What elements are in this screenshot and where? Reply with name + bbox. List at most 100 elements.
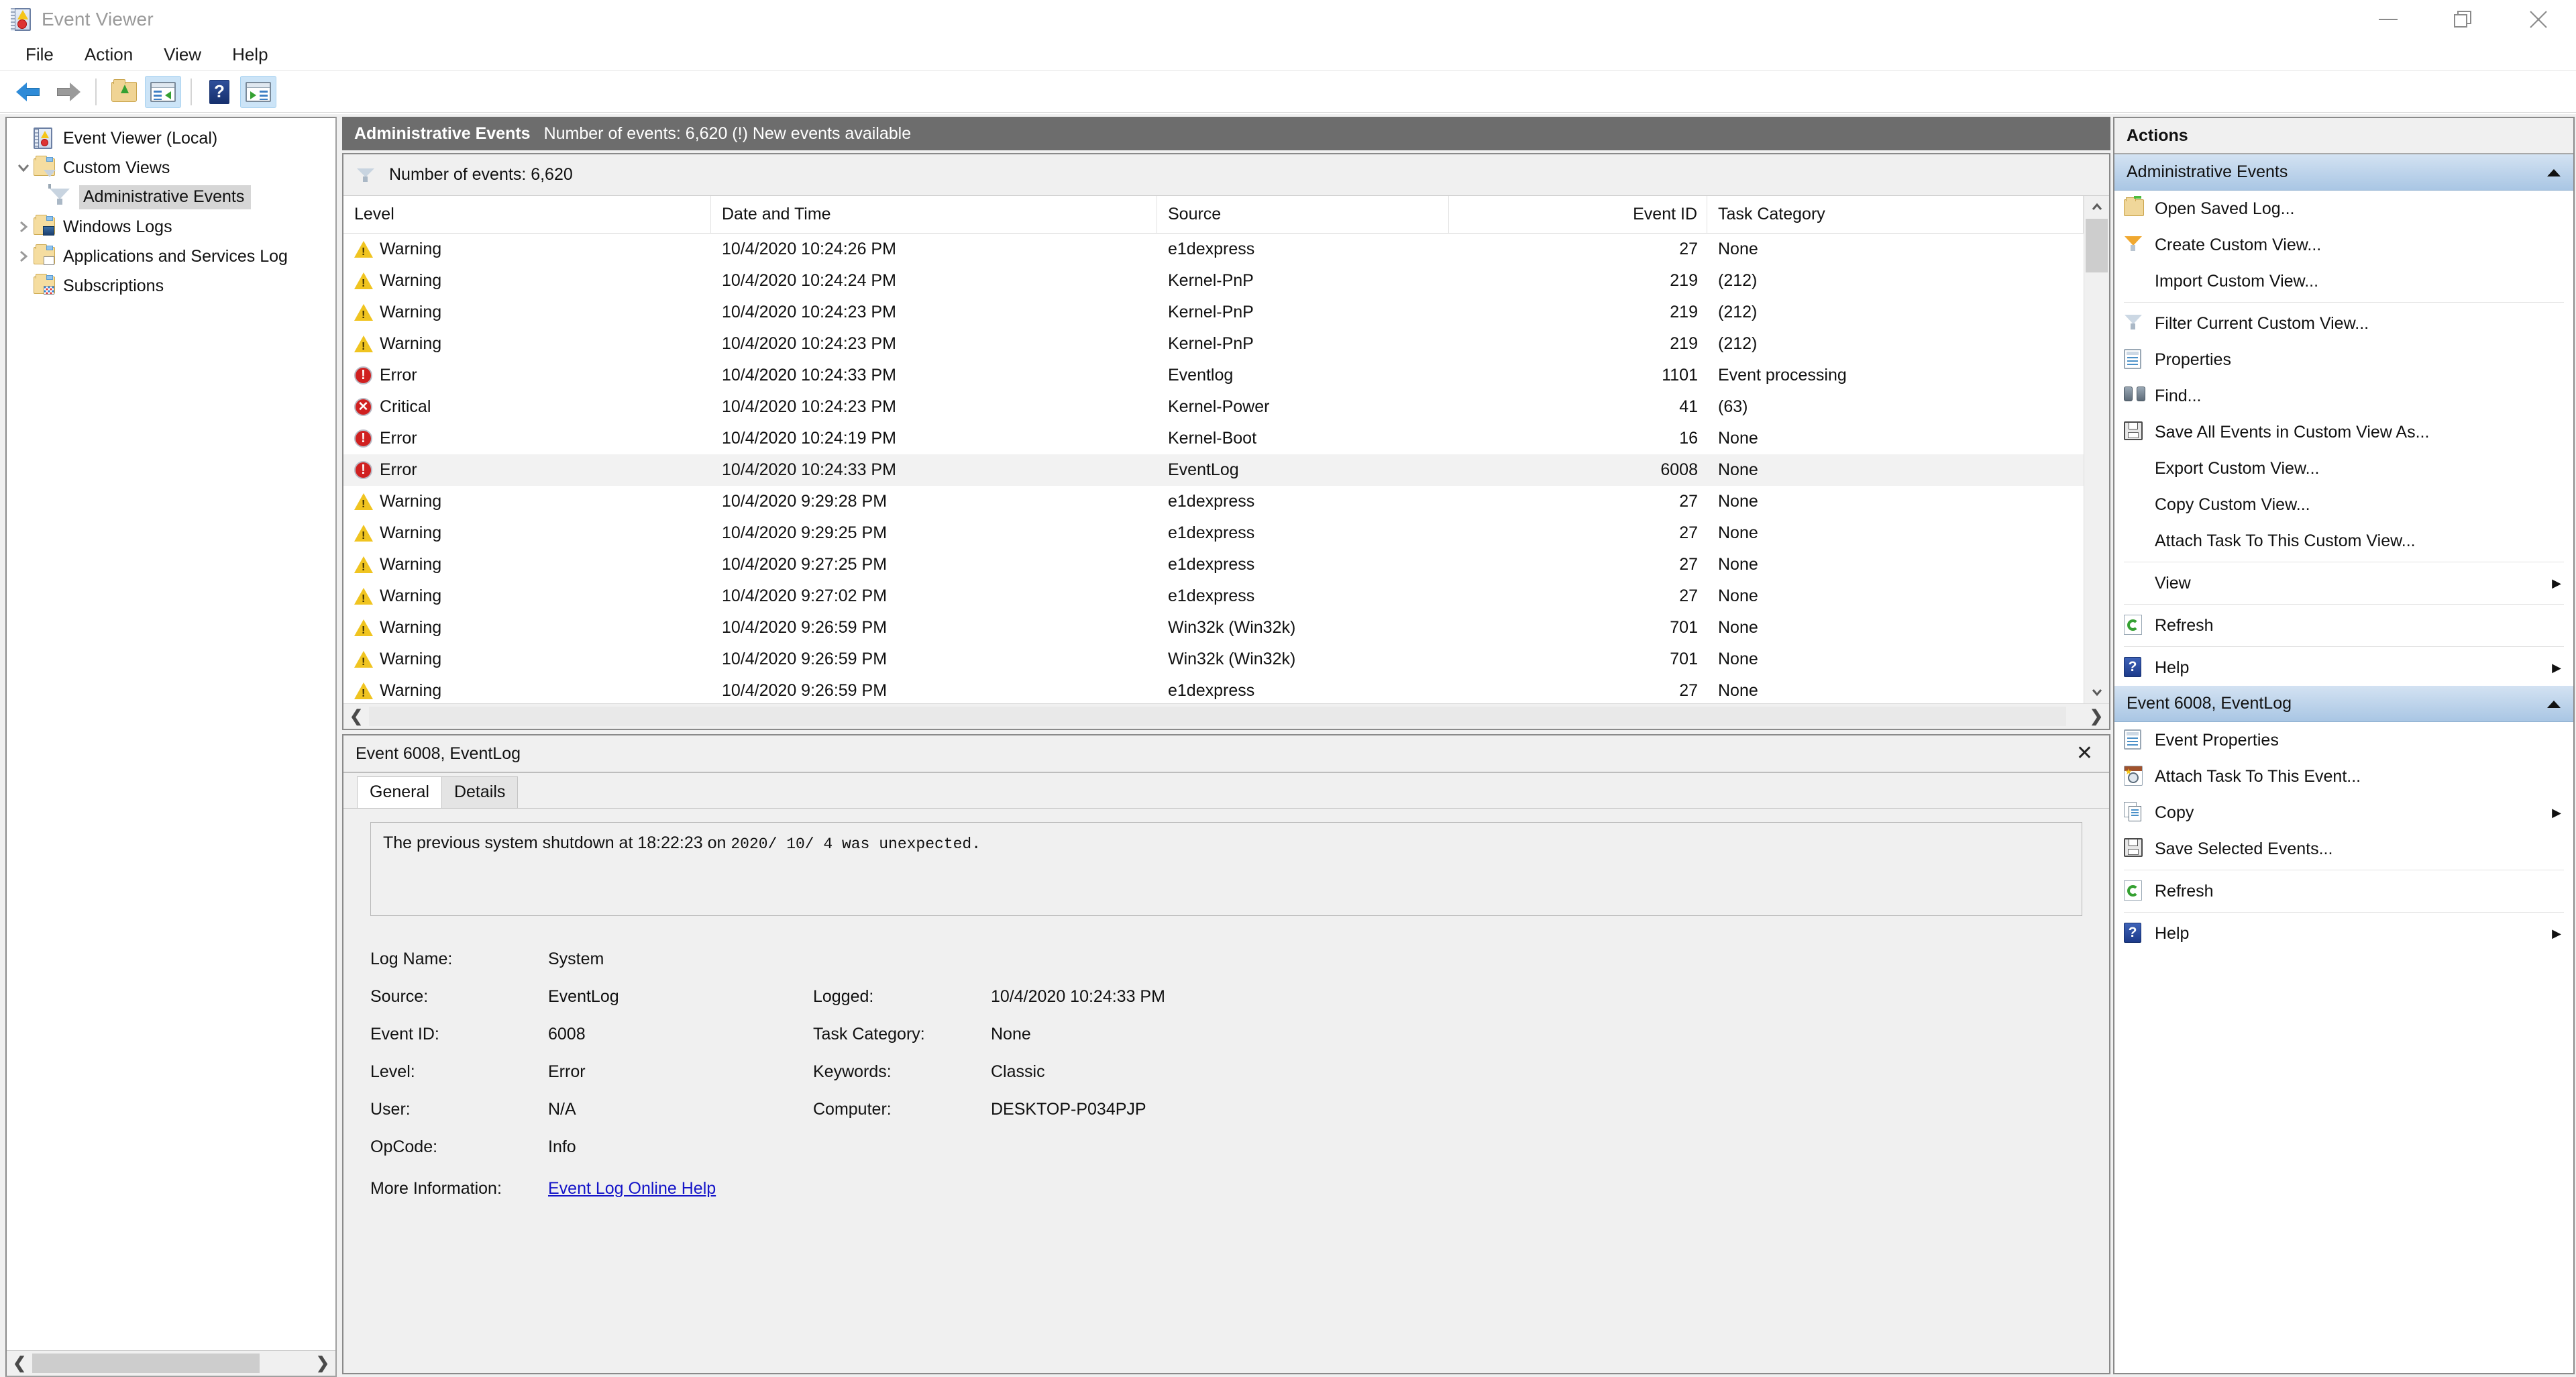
field-row: Level: Error bbox=[370, 1053, 813, 1090]
chevron-right-icon[interactable] bbox=[13, 249, 34, 264]
action-item[interactable]: Copy Custom View... bbox=[2114, 487, 2573, 523]
show-hide-console-tree-button[interactable] bbox=[145, 75, 181, 108]
table-row[interactable]: Warning 10/4/2020 10:24:24 PM Kernel-PnP 21… bbox=[343, 265, 2084, 297]
tab-details[interactable]: Details bbox=[441, 776, 519, 808]
forward-button[interactable] bbox=[50, 76, 86, 108]
filter-summary-row[interactable]: Number of events: 6,620 bbox=[343, 154, 2109, 196]
table-row[interactable]: ! Error 10/4/2020 10:24:33 PM Eventlog 1101 E… bbox=[343, 360, 2084, 391]
menu-help[interactable]: Help bbox=[219, 40, 281, 69]
action-item[interactable]: View ▶ bbox=[2114, 565, 2573, 601]
submenu-arrow-icon[interactable]: ▶ bbox=[2552, 806, 2561, 820]
submenu-arrow-icon[interactable]: ▶ bbox=[2552, 661, 2561, 675]
restore-button[interactable] bbox=[2426, 0, 2501, 39]
action-item[interactable]: Open Saved Log... bbox=[2114, 191, 2573, 227]
action-item[interactable]: ? Help ▶ bbox=[2114, 650, 2573, 686]
help-button[interactable]: ? bbox=[201, 76, 237, 108]
cell-level: Warning bbox=[343, 523, 711, 543]
table-row[interactable]: Warning 10/4/2020 9:29:25 PM e1dexpress 27 N… bbox=[343, 517, 2084, 549]
table-row[interactable]: Warning 10/4/2020 9:26:59 PM e1dexpress 27 N… bbox=[343, 675, 2084, 703]
action-item[interactable]: Export Custom View... bbox=[2114, 450, 2573, 487]
menu-view[interactable]: View bbox=[150, 40, 215, 69]
tab-general[interactable]: General bbox=[357, 776, 442, 808]
submenu-arrow-icon[interactable]: ▶ bbox=[2552, 576, 2561, 591]
action-item[interactable]: Refresh bbox=[2114, 607, 2573, 644]
table-row[interactable]: Warning 10/4/2020 9:27:02 PM e1dexpress 27 N… bbox=[343, 580, 2084, 612]
chevron-down-icon[interactable] bbox=[13, 160, 34, 175]
actions-group-header[interactable]: Event 6008, EventLog bbox=[2114, 686, 2573, 722]
tree-item-custom-views[interactable]: Custom Views bbox=[7, 153, 335, 189]
column-header-event-id[interactable]: Event ID bbox=[1449, 196, 1707, 233]
scroll-track[interactable] bbox=[369, 704, 2084, 729]
table-row[interactable]: Warning 10/4/2020 9:26:59 PM Win32k (Win32… bbox=[343, 644, 2084, 675]
table-row[interactable]: Warning 10/4/2020 10:24:26 PM e1dexpress 27… bbox=[343, 234, 2084, 265]
table-row[interactable]: Warning 10/4/2020 10:24:23 PM Kernel-PnP 21… bbox=[343, 328, 2084, 360]
tree-item-event-viewer-local[interactable]: Event Viewer (Local) bbox=[7, 123, 335, 153]
event-list-vertical-scrollbar[interactable] bbox=[2084, 196, 2109, 703]
action-item[interactable]: ? Help ▶ bbox=[2114, 915, 2573, 952]
table-row[interactable]: Warning 10/4/2020 9:29:28 PM e1dexpress 27 N… bbox=[343, 486, 2084, 517]
submenu-arrow-icon[interactable]: ▶ bbox=[2552, 927, 2561, 941]
actions-group-header[interactable]: Administrative Events bbox=[2114, 154, 2573, 191]
error-icon: ! bbox=[354, 366, 373, 385]
event-log-online-help-link[interactable]: Event Log Online Help bbox=[548, 1179, 716, 1198]
table-row[interactable]: ! Error 10/4/2020 10:24:19 PM Kernel-Boot 16… bbox=[343, 423, 2084, 454]
close-button[interactable] bbox=[2501, 0, 2576, 39]
action-item[interactable]: Attach Task To This Custom View... bbox=[2114, 523, 2573, 559]
action-item[interactable]: Copy ▶ bbox=[2114, 795, 2573, 831]
action-item[interactable]: Event Properties bbox=[2114, 722, 2573, 758]
cell-level-text: Warning bbox=[380, 492, 442, 511]
copy-icon bbox=[2124, 802, 2145, 823]
column-header-task-category[interactable]: Task Category bbox=[1707, 196, 2084, 233]
scroll-thumb[interactable] bbox=[2086, 219, 2108, 272]
chevron-up-icon[interactable] bbox=[2546, 694, 2561, 713]
action-item[interactable]: Properties bbox=[2114, 342, 2573, 378]
field-label: Keywords: bbox=[813, 1062, 892, 1081]
action-item[interactable]: Create Custom View... bbox=[2114, 227, 2573, 263]
scroll-up-icon[interactable] bbox=[2084, 196, 2109, 219]
show-hide-action-pane-button[interactable] bbox=[240, 75, 276, 108]
column-header-level[interactable]: Level bbox=[343, 196, 711, 233]
back-button[interactable] bbox=[11, 76, 47, 108]
menu-file[interactable]: File bbox=[12, 40, 67, 69]
action-item[interactable]: Find... bbox=[2114, 378, 2573, 414]
table-row[interactable]: ✕ Critical 10/4/2020 10:24:23 PM Kernel-Pow… bbox=[343, 391, 2084, 423]
action-item[interactable]: Attach Task To This Event... bbox=[2114, 758, 2573, 795]
menu-action[interactable]: Action bbox=[71, 40, 146, 69]
close-icon[interactable]: ✕ bbox=[2072, 744, 2097, 764]
tree-item-subscriptions[interactable]: Subscriptions bbox=[7, 271, 335, 301]
scroll-track[interactable] bbox=[32, 1351, 310, 1376]
chevron-right-icon[interactable] bbox=[13, 219, 34, 234]
scroll-right-icon[interactable]: ❯ bbox=[2084, 705, 2109, 729]
scroll-thumb[interactable] bbox=[369, 707, 2067, 726]
action-item[interactable]: Save All Events in Custom View As... bbox=[2114, 414, 2573, 450]
scroll-thumb[interactable] bbox=[32, 1354, 260, 1373]
table-row[interactable]: ! Error 10/4/2020 10:24:33 PM EventLog 6008 N… bbox=[343, 454, 2084, 486]
cell-level-text: Warning bbox=[380, 650, 442, 668]
table-row[interactable]: Warning 10/4/2020 10:24:23 PM Kernel-PnP 21… bbox=[343, 297, 2084, 328]
action-item[interactable]: Refresh bbox=[2114, 873, 2573, 909]
table-row[interactable]: Warning 10/4/2020 9:26:59 PM Win32k (Win32… bbox=[343, 612, 2084, 644]
action-item[interactable]: Import Custom View... bbox=[2114, 263, 2573, 299]
tree-item-applications-and-services-log[interactable]: Applications and Services Log bbox=[7, 242, 335, 271]
scroll-left-icon[interactable]: ❮ bbox=[343, 705, 369, 729]
scroll-left-icon[interactable]: ❮ bbox=[7, 1352, 32, 1376]
minimize-button[interactable] bbox=[2351, 0, 2426, 39]
up-one-level-button[interactable] bbox=[106, 76, 142, 108]
tree-horizontal-scrollbar[interactable]: ❮ ❯ bbox=[7, 1350, 335, 1376]
chevron-up-icon[interactable] bbox=[2546, 162, 2561, 182]
column-header-date-and-time[interactable]: Date and Time bbox=[711, 196, 1157, 233]
event-list-horizontal-scrollbar[interactable]: ❮ ❯ bbox=[343, 703, 2109, 729]
action-item-label: Filter Current Custom View... bbox=[2155, 313, 2369, 333]
column-header-source[interactable]: Source bbox=[1157, 196, 1449, 233]
scroll-down-icon[interactable] bbox=[2084, 680, 2109, 703]
tree-item-windows-logs[interactable]: Windows Logs bbox=[7, 212, 335, 242]
scroll-right-icon[interactable]: ❯ bbox=[310, 1352, 335, 1376]
action-item[interactable]: Filter Current Custom View... bbox=[2114, 305, 2573, 342]
scroll-track[interactable] bbox=[2084, 219, 2109, 680]
table-row[interactable]: Warning 10/4/2020 9:27:25 PM e1dexpress 27 N… bbox=[343, 549, 2084, 580]
cell-level: Warning bbox=[343, 492, 711, 511]
action-item[interactable]: Save Selected Events... bbox=[2114, 831, 2573, 867]
tree-item-administrative-events[interactable]: Administrative Events bbox=[7, 183, 335, 212]
windows-logs-folder-icon bbox=[34, 215, 56, 237]
cell-date-and-time: 10/4/2020 10:24:19 PM bbox=[722, 429, 896, 448]
